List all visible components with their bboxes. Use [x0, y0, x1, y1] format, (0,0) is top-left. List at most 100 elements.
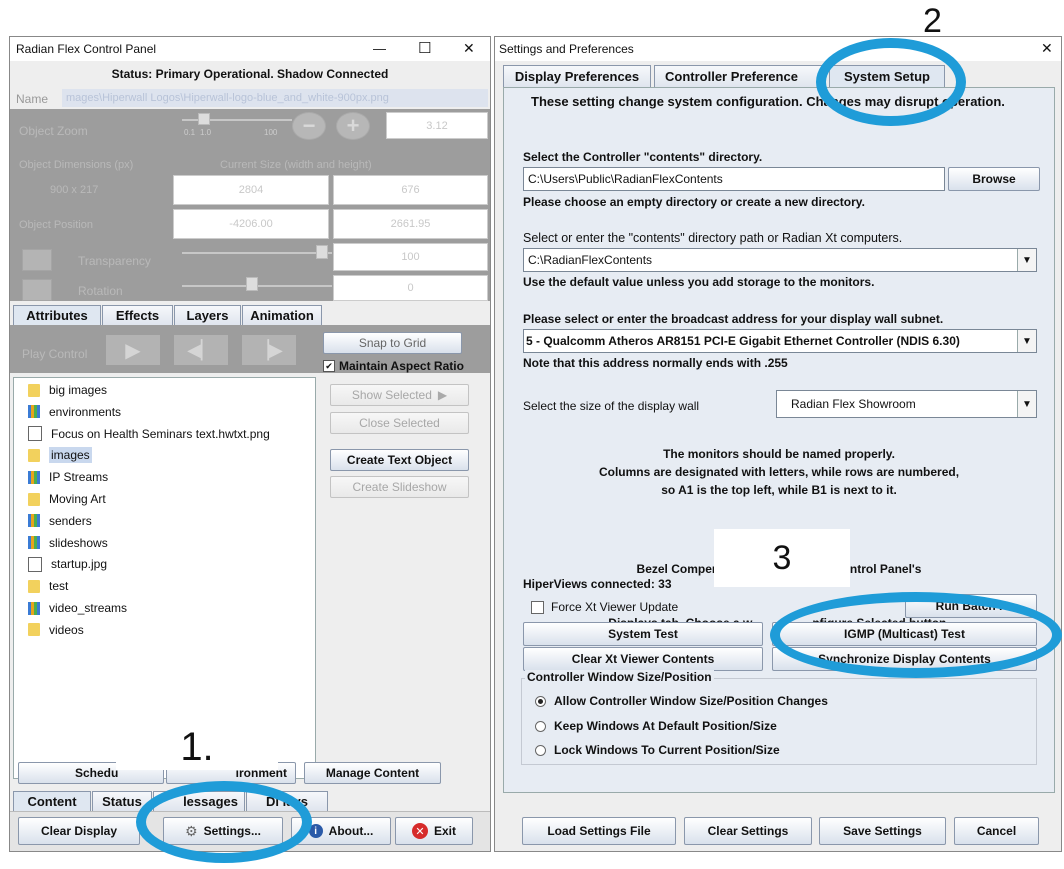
show-selected-button[interactable]: Show Selected ▶ [330, 384, 469, 406]
broadcast-combobox[interactable]: 5 - Qualcomm Atheros AR8151 PCI-E Gigabi… [523, 329, 1037, 353]
folder-icon [28, 383, 40, 397]
dimensions-value: 900 x 217 [50, 184, 99, 196]
save-settings-button[interactable]: Save Settings [819, 817, 946, 845]
tree-item[interactable]: startup.jpg [28, 554, 107, 574]
radio-allow-changes[interactable]: Allow Controller Window Size/Position Ch… [535, 694, 828, 708]
current-size-label: Current Size (width and height) [220, 159, 372, 171]
tree-item[interactable]: Focus on Health Seminars text.hwtxt.png [28, 424, 270, 444]
rotation-slider-thumb[interactable] [246, 277, 258, 291]
name-field: mages\Hiperwall Logos\Hiperwall-logo-blu… [62, 89, 488, 107]
show-selected-label: Show Selected [351, 388, 432, 402]
step-back-icon[interactable]: ◀▏ [174, 335, 228, 365]
step-3-label: 3 [772, 538, 792, 577]
clear-xt-button[interactable]: Clear Xt Viewer Contents [523, 647, 763, 671]
dropdown-arrow-icon[interactable]: ▼ [1017, 391, 1036, 417]
xt-dir-combobox[interactable]: C:\RadianFlexContents ▼ [523, 248, 1037, 272]
tree-item-label: slideshows [49, 535, 108, 550]
position-x-field[interactable]: -4206.00 [173, 209, 329, 239]
tree-item[interactable]: IP Streams [28, 467, 108, 487]
rotation-icon [22, 279, 52, 301]
tab-effects[interactable]: Effects [102, 305, 173, 325]
maintain-aspect-checkbox[interactable]: ✔ Maintain Aspect Ratio [323, 359, 464, 373]
radio-lock-windows[interactable]: Lock Windows To Current Position/Size [535, 743, 780, 757]
tab-animation[interactable]: Animation [242, 305, 322, 325]
clear-display-button[interactable]: Clear Display [18, 817, 140, 845]
tree-item[interactable]: test [28, 576, 68, 596]
broadcast-hint: Note that this address normally ends wit… [523, 356, 788, 370]
snap-to-grid-button[interactable]: Snap to Grid [323, 332, 462, 354]
manage-content-button[interactable]: Manage Content [304, 762, 441, 784]
step-1-label-box: 1. [116, 712, 278, 770]
tree-item[interactable]: senders [28, 511, 92, 531]
radio-keep-default[interactable]: Keep Windows At Default Position/Size [535, 719, 777, 733]
play-icon[interactable]: ▶ [106, 335, 160, 365]
contents-dir-hint: Please choose an empty directory or crea… [523, 195, 865, 209]
width-field[interactable]: 2804 [173, 175, 329, 205]
system-test-button[interactable]: System Test [523, 622, 763, 646]
position-y-field[interactable]: 2661.95 [333, 209, 488, 239]
tree-item-label: images [49, 447, 92, 464]
step-forward-icon[interactable]: ▕▶ [242, 335, 296, 365]
tree-item[interactable]: environments [28, 402, 121, 422]
settings-title: Settings and Preferences [499, 42, 634, 56]
tree-item[interactable]: video_streams [28, 598, 127, 618]
minimize-button[interactable]: — [373, 41, 386, 56]
tab-controller-preference[interactable]: Controller Preference [654, 65, 826, 87]
name-label: Name [16, 92, 49, 106]
maximize-button[interactable]: ☐ [418, 39, 431, 57]
play-control-label: Play Control [22, 347, 88, 361]
tab-content[interactable]: Content [13, 791, 91, 811]
dropdown-arrow-icon[interactable]: ▼ [1017, 249, 1036, 271]
settings-close-button[interactable]: ✕ [1041, 40, 1053, 57]
tree-item[interactable]: Moving Art [28, 489, 106, 509]
close-selected-button[interactable]: Close Selected [330, 412, 469, 434]
radio-label: Allow Controller Window Size/Position Ch… [554, 694, 828, 708]
clear-settings-button[interactable]: Clear Settings [684, 817, 812, 845]
transparency-value-field[interactable]: 100 [333, 243, 488, 271]
cancel-button[interactable]: Cancel [954, 817, 1039, 845]
media-grid-icon [28, 536, 40, 550]
monitors-info-line: so A1 is the top left, while B1 is next … [661, 483, 897, 497]
folder-icon [28, 579, 40, 593]
xt-dir-label: Select or enter the "contents" directory… [523, 231, 903, 245]
zoom-out-icon[interactable]: − [292, 112, 326, 140]
contents-dir-input[interactable]: C:\Users\Public\RadianFlexContents [523, 167, 945, 191]
create-text-object-button[interactable]: Create Text Object [330, 449, 469, 471]
load-settings-button[interactable]: Load Settings File [522, 817, 676, 845]
transparency-slider-thumb[interactable] [316, 245, 328, 259]
exit-button[interactable]: ✕ Exit [395, 817, 473, 845]
zoom-value-field[interactable]: 3.12 [386, 112, 488, 139]
exit-label: Exit [433, 824, 456, 838]
tab-layers[interactable]: Layers [174, 305, 241, 325]
tree-item[interactable]: images [28, 445, 92, 465]
radio-unselected-icon [535, 720, 546, 732]
tree-item-label: Focus on Health Seminars text.hwtxt.png [51, 426, 270, 441]
media-grid-icon [28, 405, 40, 419]
force-update-checkbox[interactable]: Force Xt Viewer Update [531, 600, 678, 614]
annotation-circle-igmp [770, 592, 1062, 678]
tab-display-preferences[interactable]: Display Preferences [503, 65, 651, 87]
tab-attributes[interactable]: Attributes [13, 305, 101, 325]
media-grid-icon [28, 470, 40, 484]
zoom-tick-3: 100 [264, 128, 278, 137]
rotation-value-field[interactable]: 0 [333, 275, 488, 301]
object-zoom-label: Object Zoom [19, 124, 88, 138]
file-icon [28, 426, 42, 442]
tree-item[interactable]: big images [28, 380, 107, 400]
create-slideshow-button[interactable]: Create Slideshow [330, 476, 469, 498]
height-field[interactable]: 676 [333, 175, 488, 205]
zoom-in-icon[interactable]: + [336, 112, 370, 140]
wall-size-combobox[interactable]: Radian Flex Showroom ▼ [776, 390, 1037, 418]
dropdown-arrow-icon[interactable]: ▼ [1017, 330, 1036, 352]
monitors-info-line: Columns are designated with letters, whi… [598, 465, 960, 479]
browse-button[interactable]: Browse [948, 167, 1040, 191]
close-button[interactable]: ✕ [463, 40, 475, 57]
hiperviews-connected: HiperViews connected: 33 [523, 577, 672, 591]
radio-label: Lock Windows To Current Position/Size [554, 743, 780, 757]
tree-item[interactable]: videos [28, 620, 84, 640]
zoom-slider-thumb[interactable] [198, 113, 210, 125]
tree-item[interactable]: slideshows [28, 533, 108, 553]
control-panel-titlebar: Radian Flex Control Panel — ☐ ✕ [10, 37, 490, 61]
control-panel-title: Radian Flex Control Panel [16, 42, 157, 56]
radio-label: Keep Windows At Default Position/Size [554, 719, 777, 733]
